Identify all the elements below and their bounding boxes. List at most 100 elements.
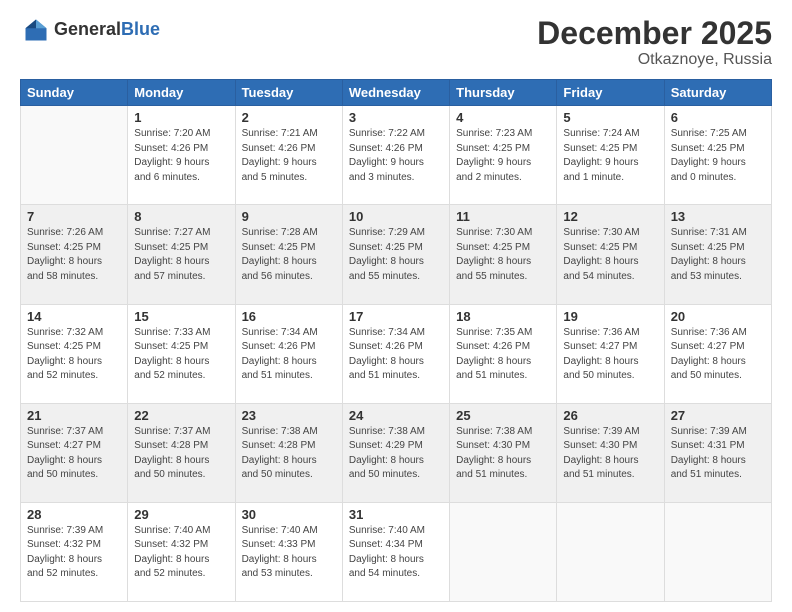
day-number: 20	[671, 309, 765, 324]
day-number: 5	[563, 110, 657, 125]
day-info: Sunrise: 7:39 AMSunset: 4:30 PMDaylight:…	[563, 425, 657, 483]
day-info: Sunrise: 7:36 AMSunset: 4:27 PMDaylight:…	[671, 326, 765, 384]
day-number: 2	[242, 110, 336, 125]
day-info: Sunrise: 7:20 AMSunset: 4:26 PMDaylight:…	[134, 127, 228, 185]
day-number: 7	[27, 209, 121, 224]
location: Otkaznoye, Russia	[537, 51, 772, 69]
day-number: 28	[27, 507, 121, 522]
table-row: 12Sunrise: 7:30 AMSunset: 4:25 PMDayligh…	[557, 205, 664, 304]
day-number: 30	[242, 507, 336, 522]
logo-text-blue: Blue	[121, 19, 160, 39]
table-row: 25 Sunrise: 7:38 AMSunset: 4:30 PMDayligh…	[450, 403, 557, 502]
table-row: 24 Sunrise: 7:38 AMSunset: 4:29 PMDayligh…	[342, 403, 449, 502]
day-number: 25	[456, 408, 550, 423]
day-info: Sunrise: 7:25 AMSunset: 4:25 PMDaylight:…	[671, 127, 765, 185]
day-info: Sunrise: 7:40 AMSunset: 4:33 PMDaylight:…	[242, 524, 336, 582]
day-info: Sunrise: 7:30 AMSunset: 4:25 PMDaylight:…	[456, 226, 550, 284]
day-info: Sunrise: 7:31 AMSunset: 4:25 PMDaylight:…	[671, 226, 765, 284]
day-number: 29	[134, 507, 228, 522]
day-number: 4	[456, 110, 550, 125]
calendar-table: Sunday Monday Tuesday Wednesday Thursday…	[20, 79, 772, 602]
day-number: 26	[563, 408, 657, 423]
table-row: 30 Sunrise: 7:40 AMSunset: 4:33 PMDayligh…	[235, 502, 342, 601]
calendar-week-row: 7 Sunrise: 7:26 AMSunset: 4:25 PMDaylight…	[21, 205, 772, 304]
day-number: 17	[349, 309, 443, 324]
table-row: 23 Sunrise: 7:38 AMSunset: 4:28 PMDayligh…	[235, 403, 342, 502]
table-row: 11 Sunrise: 7:30 AMSunset: 4:25 PMDayligh…	[450, 205, 557, 304]
day-info: Sunrise: 7:33 AMSunset: 4:25 PMDaylight:…	[134, 326, 228, 384]
day-info: Sunrise: 7:26 AMSunset: 4:25 PMDaylight:…	[27, 226, 121, 284]
calendar-week-row: 21 Sunrise: 7:37 AMSunset: 4:27 PMDayligh…	[21, 403, 772, 502]
day-info: Sunrise: 7:32 AMSunset: 4:25 PMDaylight:…	[27, 326, 121, 384]
table-row: 1Sunrise: 7:20 AMSunset: 4:26 PMDaylight…	[128, 106, 235, 205]
table-row: 2 Sunrise: 7:21 AMSunset: 4:26 PMDaylight…	[235, 106, 342, 205]
table-row: 14Sunrise: 7:32 AMSunset: 4:25 PMDayligh…	[21, 304, 128, 403]
day-info: Sunrise: 7:35 AMSunset: 4:26 PMDaylight:…	[456, 326, 550, 384]
day-number: 18	[456, 309, 550, 324]
table-row: 22 Sunrise: 7:37 AMSunset: 4:28 PMDayligh…	[128, 403, 235, 502]
day-info: Sunrise: 7:34 AMSunset: 4:26 PMDaylight:…	[349, 326, 443, 384]
calendar-week-row: 14Sunrise: 7:32 AMSunset: 4:25 PMDayligh…	[21, 304, 772, 403]
day-number: 19	[563, 309, 657, 324]
day-info: Sunrise: 7:38 AMSunset: 4:28 PMDaylight:…	[242, 425, 336, 483]
page: GeneralBlue December 2025 Otkaznoye, Rus…	[0, 0, 792, 612]
table-row: 31 Sunrise: 7:40 AMSunset: 4:34 PMDayligh…	[342, 502, 449, 601]
calendar-header-row: Sunday Monday Tuesday Wednesday Thursday…	[21, 80, 772, 106]
logo-text-general: General	[54, 19, 121, 39]
calendar-week-row: 1Sunrise: 7:20 AMSunset: 4:26 PMDaylight…	[21, 106, 772, 205]
day-info: Sunrise: 7:39 AMSunset: 4:31 PMDaylight:…	[671, 425, 765, 483]
table-row: 9Sunrise: 7:28 AMSunset: 4:25 PMDaylight…	[235, 205, 342, 304]
day-info: Sunrise: 7:39 AMSunset: 4:32 PMDaylight:…	[27, 524, 121, 582]
col-monday: Monday	[128, 80, 235, 106]
logo-icon	[22, 16, 50, 44]
table-row	[21, 106, 128, 205]
col-thursday: Thursday	[450, 80, 557, 106]
day-info: Sunrise: 7:29 AMSunset: 4:25 PMDaylight:…	[349, 226, 443, 284]
day-info: Sunrise: 7:38 AMSunset: 4:30 PMDaylight:…	[456, 425, 550, 483]
day-info: Sunrise: 7:37 AMSunset: 4:28 PMDaylight:…	[134, 425, 228, 483]
table-row: 19Sunrise: 7:36 AMSunset: 4:27 PMDayligh…	[557, 304, 664, 403]
day-number: 24	[349, 408, 443, 423]
day-number: 8	[134, 209, 228, 224]
calendar-week-row: 28 Sunrise: 7:39 AMSunset: 4:32 PMDayligh…	[21, 502, 772, 601]
day-number: 31	[349, 507, 443, 522]
table-row: 18 Sunrise: 7:35 AMSunset: 4:26 PMDayligh…	[450, 304, 557, 403]
day-number: 27	[671, 408, 765, 423]
day-number: 15	[134, 309, 228, 324]
table-row	[557, 502, 664, 601]
day-number: 21	[27, 408, 121, 423]
table-row: 3Sunrise: 7:22 AMSunset: 4:26 PMDaylight…	[342, 106, 449, 205]
table-row: 13 Sunrise: 7:31 AMSunset: 4:25 PMDayligh…	[664, 205, 771, 304]
day-info: Sunrise: 7:34 AMSunset: 4:26 PMDaylight:…	[242, 326, 336, 384]
table-row: 6 Sunrise: 7:25 AMSunset: 4:25 PMDaylight…	[664, 106, 771, 205]
day-info: Sunrise: 7:22 AMSunset: 4:26 PMDaylight:…	[349, 127, 443, 185]
table-row: 15 Sunrise: 7:33 AMSunset: 4:25 PMDayligh…	[128, 304, 235, 403]
table-row: 17 Sunrise: 7:34 AMSunset: 4:26 PMDayligh…	[342, 304, 449, 403]
table-row: 26 Sunrise: 7:39 AMSunset: 4:30 PMDayligh…	[557, 403, 664, 502]
day-number: 16	[242, 309, 336, 324]
table-row: 5Sunrise: 7:24 AMSunset: 4:25 PMDaylight…	[557, 106, 664, 205]
day-number: 11	[456, 209, 550, 224]
day-info: Sunrise: 7:40 AMSunset: 4:34 PMDaylight:…	[349, 524, 443, 582]
day-info: Sunrise: 7:30 AMSunset: 4:25 PMDaylight:…	[563, 226, 657, 284]
day-number: 9	[242, 209, 336, 224]
table-row: 28 Sunrise: 7:39 AMSunset: 4:32 PMDayligh…	[21, 502, 128, 601]
day-info: Sunrise: 7:38 AMSunset: 4:29 PMDaylight:…	[349, 425, 443, 483]
day-number: 10	[349, 209, 443, 224]
table-row	[664, 502, 771, 601]
day-number: 6	[671, 110, 765, 125]
month-title: December 2025	[537, 16, 772, 51]
table-row: 8 Sunrise: 7:27 AMSunset: 4:25 PMDaylight…	[128, 205, 235, 304]
table-row: 16 Sunrise: 7:34 AMSunset: 4:26 PMDayligh…	[235, 304, 342, 403]
col-friday: Friday	[557, 80, 664, 106]
day-info: Sunrise: 7:21 AMSunset: 4:26 PMDaylight:…	[242, 127, 336, 185]
col-wednesday: Wednesday	[342, 80, 449, 106]
table-row: 29Sunrise: 7:40 AMSunset: 4:32 PMDayligh…	[128, 502, 235, 601]
day-info: Sunrise: 7:37 AMSunset: 4:27 PMDaylight:…	[27, 425, 121, 483]
day-number: 22	[134, 408, 228, 423]
header: GeneralBlue December 2025 Otkaznoye, Rus…	[20, 16, 772, 69]
table-row	[450, 502, 557, 601]
day-number: 23	[242, 408, 336, 423]
day-number: 13	[671, 209, 765, 224]
day-info: Sunrise: 7:27 AMSunset: 4:25 PMDaylight:…	[134, 226, 228, 284]
